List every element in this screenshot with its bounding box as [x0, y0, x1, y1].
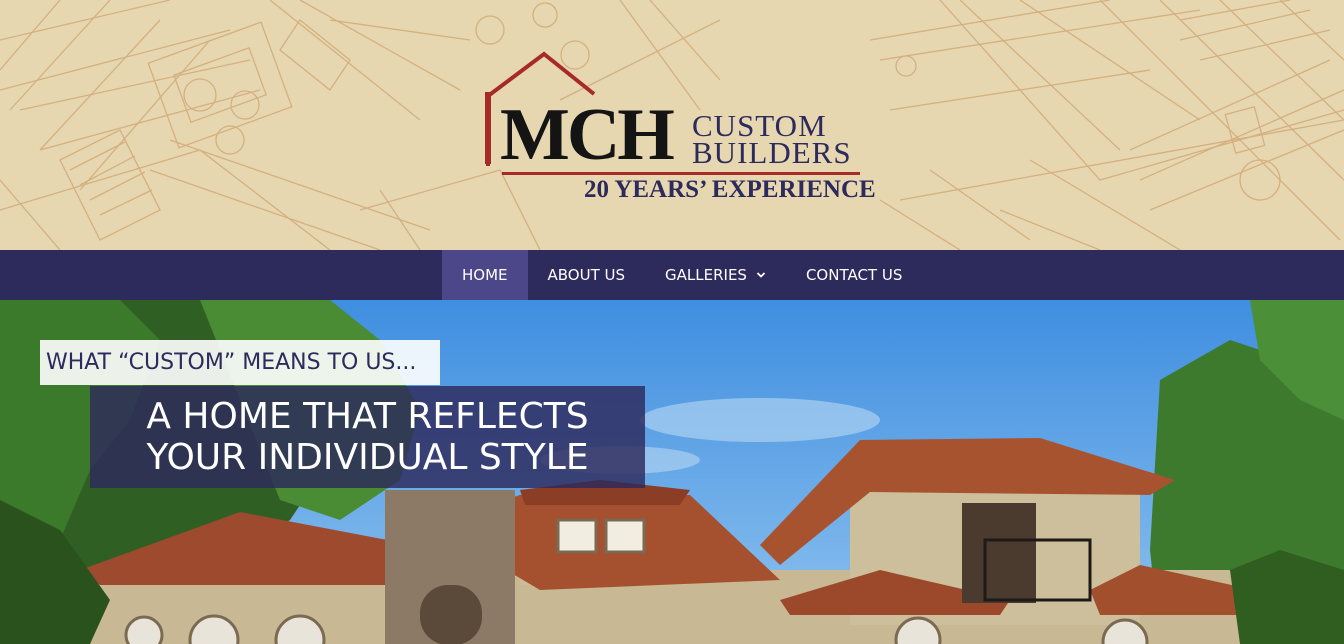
- logo-mark: MCH: [500, 94, 675, 176]
- site-header: MCH CUSTOM BUILDERS 20 YEARS’ EXPERIENCE: [0, 0, 1344, 250]
- site-logo[interactable]: MCH CUSTOM BUILDERS 20 YEARS’ EXPERIENCE: [484, 48, 876, 208]
- logo-divider: [502, 172, 860, 175]
- nav-item-contact-us[interactable]: CONTACT US: [786, 250, 922, 300]
- hero-headline-line2: YOUR INDIVIDUAL STYLE: [146, 437, 589, 478]
- logo-tagline: 20 YEARS’ EXPERIENCE: [584, 176, 876, 203]
- nav-item-label: GALLERIES: [665, 266, 747, 284]
- nav-item-galleries[interactable]: GALLERIES: [645, 250, 786, 300]
- hero-kicker-text: WHAT “CUSTOM” MEANS TO US...: [46, 350, 417, 375]
- logo-line-builders: BUILDERS: [692, 135, 852, 170]
- chevron-down-icon: [756, 272, 766, 278]
- nav-item-label: ABOUT US: [547, 266, 626, 284]
- nav-item-home[interactable]: HOME: [442, 250, 528, 300]
- nav-list: HOME ABOUT US GALLERIES CONTACT US: [442, 250, 922, 300]
- hero-kicker: WHAT “CUSTOM” MEANS TO US...: [40, 340, 440, 385]
- nav-item-about-us[interactable]: ABOUT US: [528, 250, 646, 300]
- nav-item-label: HOME: [462, 266, 508, 284]
- hero-headline-line1: A HOME THAT REFLECTS: [146, 396, 589, 437]
- hero-headline: A HOME THAT REFLECTS YOUR INDIVIDUAL STY…: [90, 386, 645, 488]
- main-nav: HOME ABOUT US GALLERIES CONTACT US: [0, 250, 1344, 300]
- nav-item-label: CONTACT US: [805, 266, 903, 284]
